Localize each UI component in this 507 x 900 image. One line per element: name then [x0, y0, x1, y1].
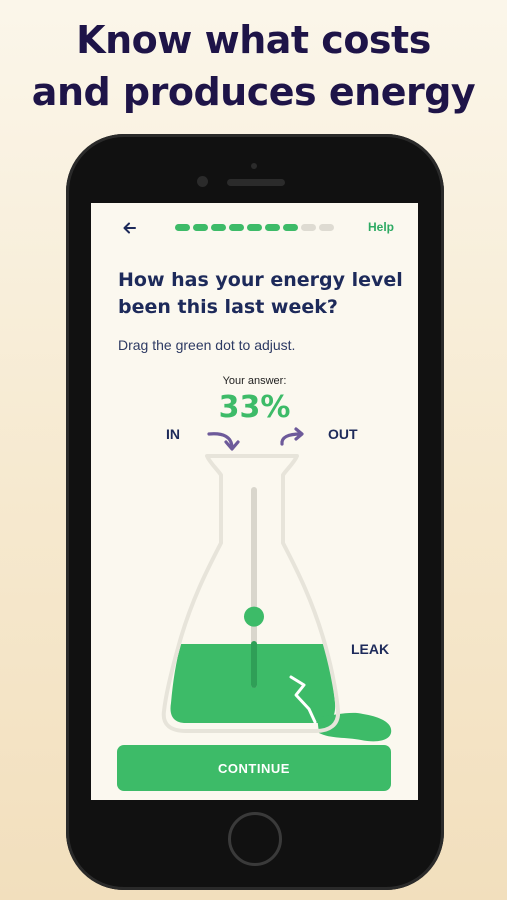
continue-button[interactable]: CONTINUE: [117, 745, 391, 791]
phone-home-button[interactable]: [228, 812, 282, 866]
app-screen: Help How has your energy level been this…: [91, 203, 418, 800]
in-arrow-icon: [207, 432, 240, 451]
flask-illustration: [161, 427, 392, 742]
promo-headline-line-1: Know what costs: [76, 18, 431, 62]
phone-earpiece: [227, 179, 285, 186]
phone-sensor: [251, 163, 257, 169]
promo-headline-line-2: and produces energy: [31, 70, 476, 114]
slider-handle[interactable]: [244, 606, 264, 627]
out-arrow-icon: [280, 427, 304, 446]
promo-headline: Know what costs and produces energy: [0, 14, 507, 118]
phone-camera: [197, 176, 208, 187]
